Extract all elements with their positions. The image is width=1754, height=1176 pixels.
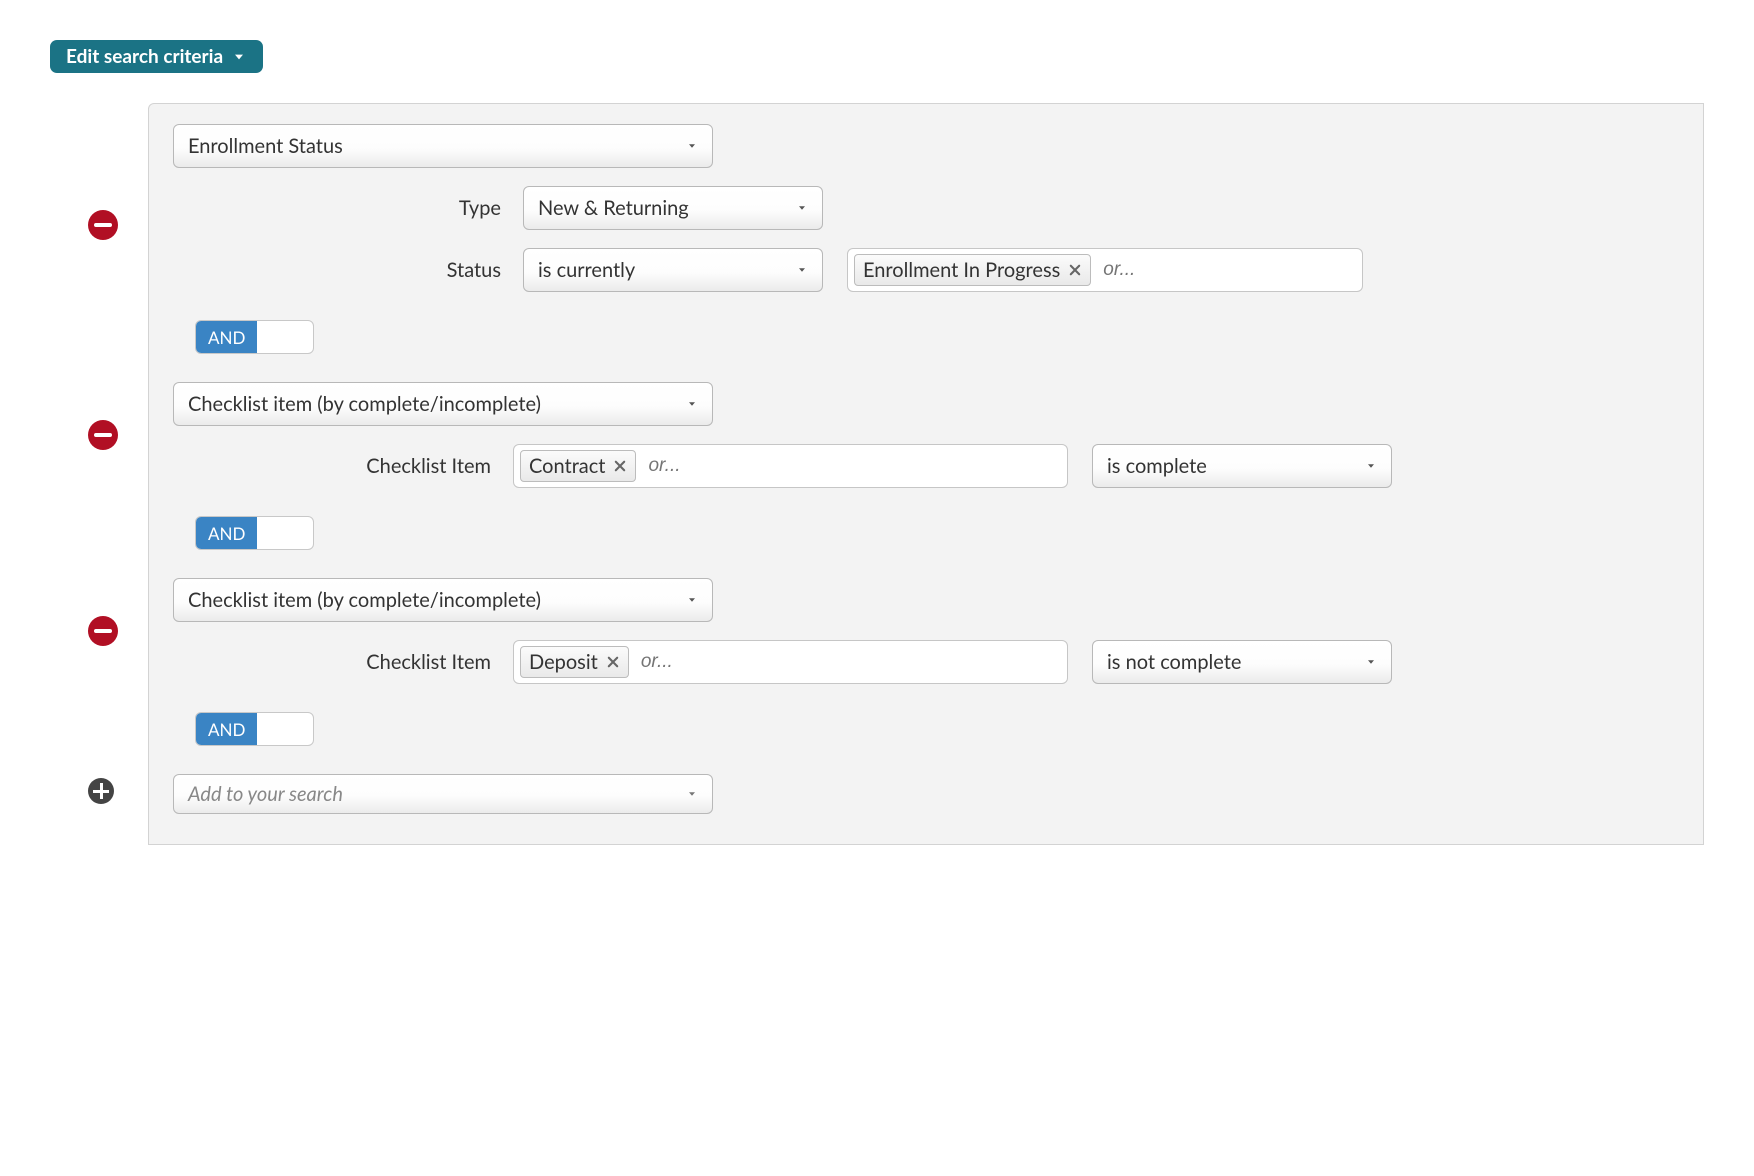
add-criterion-placeholder: Add to your search — [188, 782, 343, 806]
item-state-select[interactable]: is not complete — [1092, 640, 1392, 684]
criterion-3: Checklist item (by complete/incomplete) … — [173, 578, 1679, 764]
caret-down-icon — [1365, 656, 1377, 668]
item-value-tagbox[interactable]: Contract — [513, 444, 1068, 488]
item-value-tagbox[interactable]: Deposit — [513, 640, 1068, 684]
logic-toggle-and[interactable]: AND — [195, 516, 314, 550]
criterion-1: Enrollment Status Type New & Returning S… — [173, 124, 1679, 372]
item-or-input[interactable] — [646, 454, 1057, 478]
remove-tag-button[interactable] — [613, 459, 627, 473]
remove-criterion-button[interactable] — [88, 210, 118, 240]
item-state-value: is complete — [1107, 454, 1207, 478]
status-label: Status — [173, 258, 523, 282]
status-operator-value: is currently — [538, 258, 635, 282]
item-tag: Contract — [520, 450, 636, 482]
field-select-value: Enrollment Status — [188, 134, 343, 158]
status-tag: Enrollment In Progress — [854, 254, 1091, 286]
logic-toggle-blank — [257, 321, 313, 353]
remove-criterion-button[interactable] — [88, 420, 118, 450]
item-tag-label: Contract — [529, 454, 605, 478]
edit-search-criteria-label: Edit search criteria — [66, 45, 223, 68]
logic-toggle-and[interactable]: AND — [195, 320, 314, 354]
type-select-value: New & Returning — [538, 196, 689, 220]
caret-down-icon — [686, 140, 698, 152]
logic-toggle-label: AND — [196, 713, 257, 745]
field-select[interactable]: Enrollment Status — [173, 124, 713, 168]
remove-tag-button[interactable] — [1068, 263, 1082, 277]
field-select-value: Checklist item (by complete/incomplete) — [188, 588, 541, 612]
status-tag-label: Enrollment In Progress — [863, 258, 1060, 282]
edit-search-criteria-button[interactable]: Edit search criteria — [50, 40, 263, 73]
plus-circle-icon — [88, 778, 114, 804]
logic-toggle-blank — [257, 713, 313, 745]
add-criterion-button[interactable] — [88, 778, 114, 804]
item-tag: Deposit — [520, 646, 629, 678]
field-select[interactable]: Checklist item (by complete/incomplete) — [173, 382, 713, 426]
minus-circle-icon — [88, 616, 118, 646]
field-select-value: Checklist item (by complete/incomplete) — [188, 392, 541, 416]
field-select[interactable]: Checklist item (by complete/incomplete) — [173, 578, 713, 622]
item-label: Checklist Item — [173, 650, 513, 674]
logic-toggle-label: AND — [196, 321, 257, 353]
caret-down-icon — [1365, 460, 1377, 472]
search-criteria-builder: Enrollment Status Type New & Returning S… — [148, 103, 1704, 845]
status-or-input[interactable] — [1101, 258, 1352, 282]
status-value-tagbox[interactable]: Enrollment In Progress — [847, 248, 1363, 292]
minus-circle-icon — [88, 210, 118, 240]
type-select[interactable]: New & Returning — [523, 186, 823, 230]
remove-criterion-button[interactable] — [88, 616, 118, 646]
caret-down-icon — [796, 202, 808, 214]
minus-circle-icon — [88, 420, 118, 450]
add-criterion-select[interactable]: Add to your search — [173, 774, 713, 814]
item-label: Checklist Item — [173, 454, 513, 478]
add-criterion-row: Add to your search — [173, 774, 1679, 814]
criterion-2: Checklist item (by complete/incomplete) … — [173, 382, 1679, 568]
logic-toggle-blank — [257, 517, 313, 549]
item-state-select[interactable]: is complete — [1092, 444, 1392, 488]
caret-down-icon — [686, 788, 698, 800]
type-label: Type — [173, 196, 523, 220]
item-or-input[interactable] — [639, 650, 1057, 674]
chevron-down-icon — [231, 49, 247, 65]
item-state-value: is not complete — [1107, 650, 1241, 674]
logic-toggle-label: AND — [196, 517, 257, 549]
item-tag-label: Deposit — [529, 650, 598, 674]
status-operator-select[interactable]: is currently — [523, 248, 823, 292]
caret-down-icon — [796, 264, 808, 276]
logic-toggle-and[interactable]: AND — [195, 712, 314, 746]
caret-down-icon — [686, 594, 698, 606]
remove-tag-button[interactable] — [606, 655, 620, 669]
caret-down-icon — [686, 398, 698, 410]
